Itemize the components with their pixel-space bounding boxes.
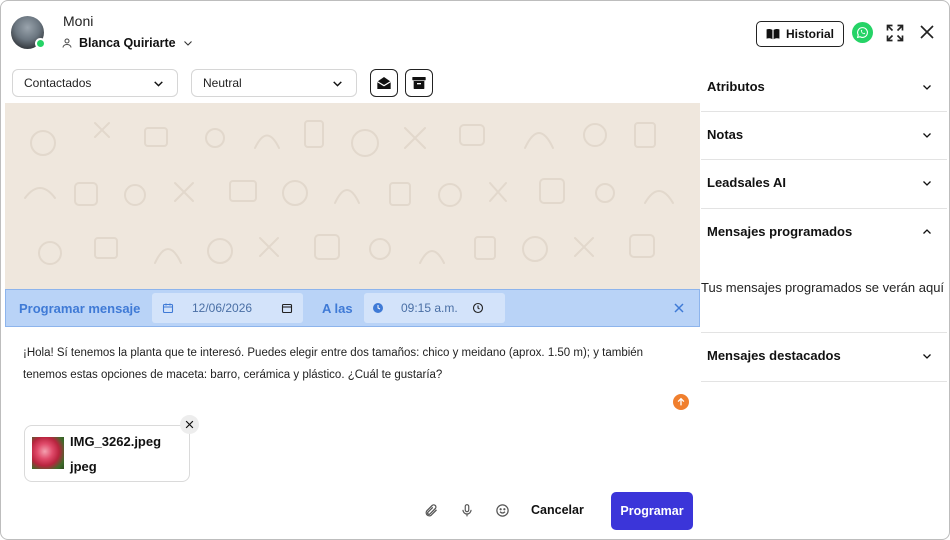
section-title: Leadsales AI bbox=[707, 175, 787, 190]
message-text-input[interactable]: ¡Hola! Sí tenemos la planta que te inter… bbox=[23, 342, 663, 386]
remove-attachment-button[interactable] bbox=[180, 415, 199, 434]
section-atributos[interactable]: Atributos bbox=[701, 63, 947, 112]
schedule-time-value: 09:15 a.m. bbox=[401, 301, 458, 315]
chevron-up-icon bbox=[923, 229, 931, 234]
schedule-time-input[interactable]: 09:15 a.m. bbox=[364, 293, 505, 323]
chevron-down-icon bbox=[154, 80, 163, 87]
schedule-title: Programar mensaje bbox=[19, 301, 141, 316]
assigned-agent-selector[interactable]: Blanca Quiriarte bbox=[61, 36, 194, 50]
cancel-button[interactable]: Cancelar bbox=[531, 503, 584, 517]
chevron-down-icon bbox=[923, 133, 931, 138]
contact-name: Moni bbox=[63, 13, 94, 29]
close-icon[interactable] bbox=[919, 24, 935, 40]
agent-name: Blanca Quiriarte bbox=[79, 36, 176, 50]
attachment-thumbnail bbox=[32, 437, 64, 469]
status-select-value: Contactados bbox=[24, 76, 92, 90]
historial-label: Historial bbox=[785, 27, 834, 41]
conversation-modal: Moni Blanca Quiriarte Historial Contacta… bbox=[0, 0, 950, 540]
scheduled-empty-text: Tus mensajes programados se verán aquí bbox=[701, 280, 945, 295]
schedule-date-value: 12/06/2026 bbox=[192, 301, 253, 315]
chevron-down-icon bbox=[923, 85, 931, 90]
sentiment-select[interactable]: Neutral bbox=[191, 69, 357, 97]
calendar-picker-icon[interactable] bbox=[281, 302, 293, 314]
section-title: Notas bbox=[707, 127, 744, 142]
expand-icon[interactable] bbox=[885, 23, 905, 43]
emoji-icon[interactable] bbox=[495, 503, 510, 518]
chevron-down-icon bbox=[333, 80, 342, 87]
whatsapp-status-badge bbox=[35, 38, 46, 49]
chat-wallpaper-doodles bbox=[24, 120, 674, 265]
envelope-open-icon bbox=[377, 77, 391, 89]
archive-button[interactable] bbox=[405, 69, 433, 97]
section-title: Atributos bbox=[707, 79, 765, 94]
section-mensajes-programados[interactable]: Mensajes programados bbox=[701, 209, 947, 333]
close-schedule-icon[interactable] bbox=[673, 302, 685, 314]
section-leadsales-ai[interactable]: Leadsales AI bbox=[701, 160, 947, 209]
arrow-up-icon[interactable] bbox=[673, 394, 689, 410]
clock-icon bbox=[373, 303, 383, 313]
chevron-down-icon bbox=[923, 354, 931, 359]
close-icon bbox=[185, 420, 194, 429]
whatsapp-icon[interactable] bbox=[852, 22, 873, 43]
section-title: Mensajes destacados bbox=[707, 348, 841, 363]
archive-icon bbox=[412, 77, 426, 89]
program-button[interactable]: Programar bbox=[611, 492, 693, 530]
chevron-down-icon bbox=[923, 181, 931, 186]
status-select[interactable]: Contactados bbox=[12, 69, 178, 97]
time-picker-icon[interactable] bbox=[472, 302, 484, 314]
attachment-type: jpeg bbox=[70, 459, 97, 474]
schedule-message-bar: Programar mensaje 12/06/2026 A las 09:15… bbox=[5, 289, 700, 327]
mark-read-button[interactable] bbox=[370, 69, 398, 97]
user-icon bbox=[62, 38, 72, 48]
paperclip-icon[interactable] bbox=[424, 503, 439, 518]
schedule-date-input[interactable]: 12/06/2026 bbox=[152, 293, 303, 323]
section-mensajes-destacados[interactable]: Mensajes destacados bbox=[701, 333, 947, 382]
section-title: Mensajes programados bbox=[707, 224, 853, 239]
chat-message-area bbox=[5, 103, 700, 289]
book-icon bbox=[766, 28, 780, 40]
chevron-down-icon bbox=[183, 41, 192, 46]
at-label: A las bbox=[322, 301, 353, 316]
sentiment-select-value: Neutral bbox=[203, 76, 242, 90]
microphone-icon[interactable] bbox=[460, 503, 474, 518]
section-notas[interactable]: Notas bbox=[701, 112, 947, 160]
attachment-name: IMG_3262.jpeg bbox=[70, 434, 162, 449]
calendar-icon bbox=[162, 303, 174, 314]
historial-button[interactable]: Historial bbox=[756, 21, 844, 47]
attachment-card: IMG_3262.jpeg jpeg bbox=[24, 425, 190, 482]
